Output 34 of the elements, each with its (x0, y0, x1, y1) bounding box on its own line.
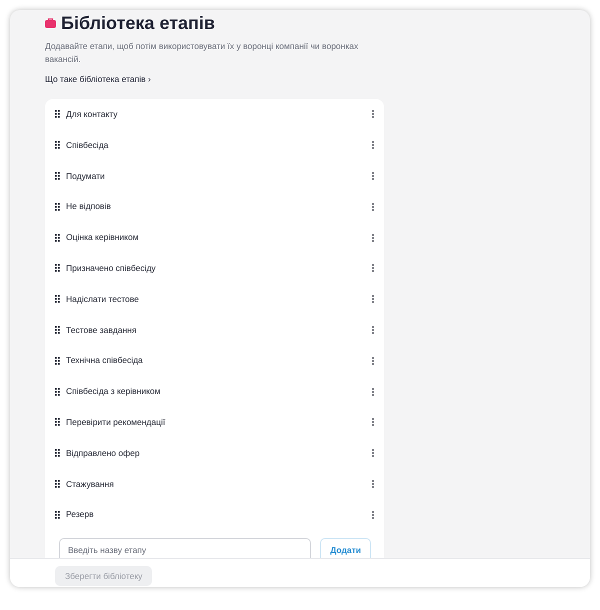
drag-handle-icon[interactable] (55, 141, 60, 150)
stage-name: Подумати (66, 170, 106, 182)
drag-handle-icon[interactable] (55, 295, 60, 304)
stage-name-input[interactable]: Введіть назву етапу (59, 538, 312, 558)
stage-name: Відправлено офер (66, 446, 141, 460)
drag-handle-icon[interactable] (55, 449, 60, 458)
page-description: Додавайте етапи, щоб потім використовувати їх у воронці компанії чи воронках вакансій. (45, 40, 360, 66)
briefcase-icon (45, 18, 56, 28)
drag-handle-icon[interactable] (55, 480, 60, 488)
page-title: Бібліотека етапів (61, 12, 215, 34)
stage-name: Співбесіда з керівником (66, 385, 162, 398)
drag-handle-icon[interactable] (55, 510, 60, 519)
stage-name: Надіслати тестове (66, 292, 140, 306)
drag-handle-icon[interactable] (55, 202, 60, 211)
drag-handle-icon[interactable] (55, 326, 60, 334)
drag-handle-icon[interactable] (55, 418, 60, 426)
stage-name: Призначено співбесіду (66, 262, 157, 275)
add-button[interactable]: Додати (320, 538, 371, 558)
stage-name: Співбесіда (66, 138, 110, 152)
stage-name: Перевірити рекомендації (66, 416, 166, 429)
stage-name: Стажування (66, 478, 115, 490)
help-link[interactable]: Що таке бібліотека етапів › (45, 73, 151, 85)
stage-name: Резерв (66, 508, 95, 522)
stage-name: Технічна співбесіда (66, 354, 144, 368)
stage-name: Для контакту (66, 108, 118, 121)
stage-name: Не відповів (66, 200, 112, 214)
drag-handle-icon[interactable] (55, 172, 60, 180)
drag-handle-icon[interactable] (55, 264, 60, 272)
stage-name: Тестове завдання (66, 324, 138, 336)
drag-handle-icon[interactable] (55, 234, 60, 242)
stage-name: Оцінка керівником (66, 231, 140, 244)
drag-handle-icon[interactable] (55, 110, 60, 118)
drag-handle-icon[interactable] (55, 356, 60, 365)
drag-handle-icon[interactable] (55, 388, 60, 396)
